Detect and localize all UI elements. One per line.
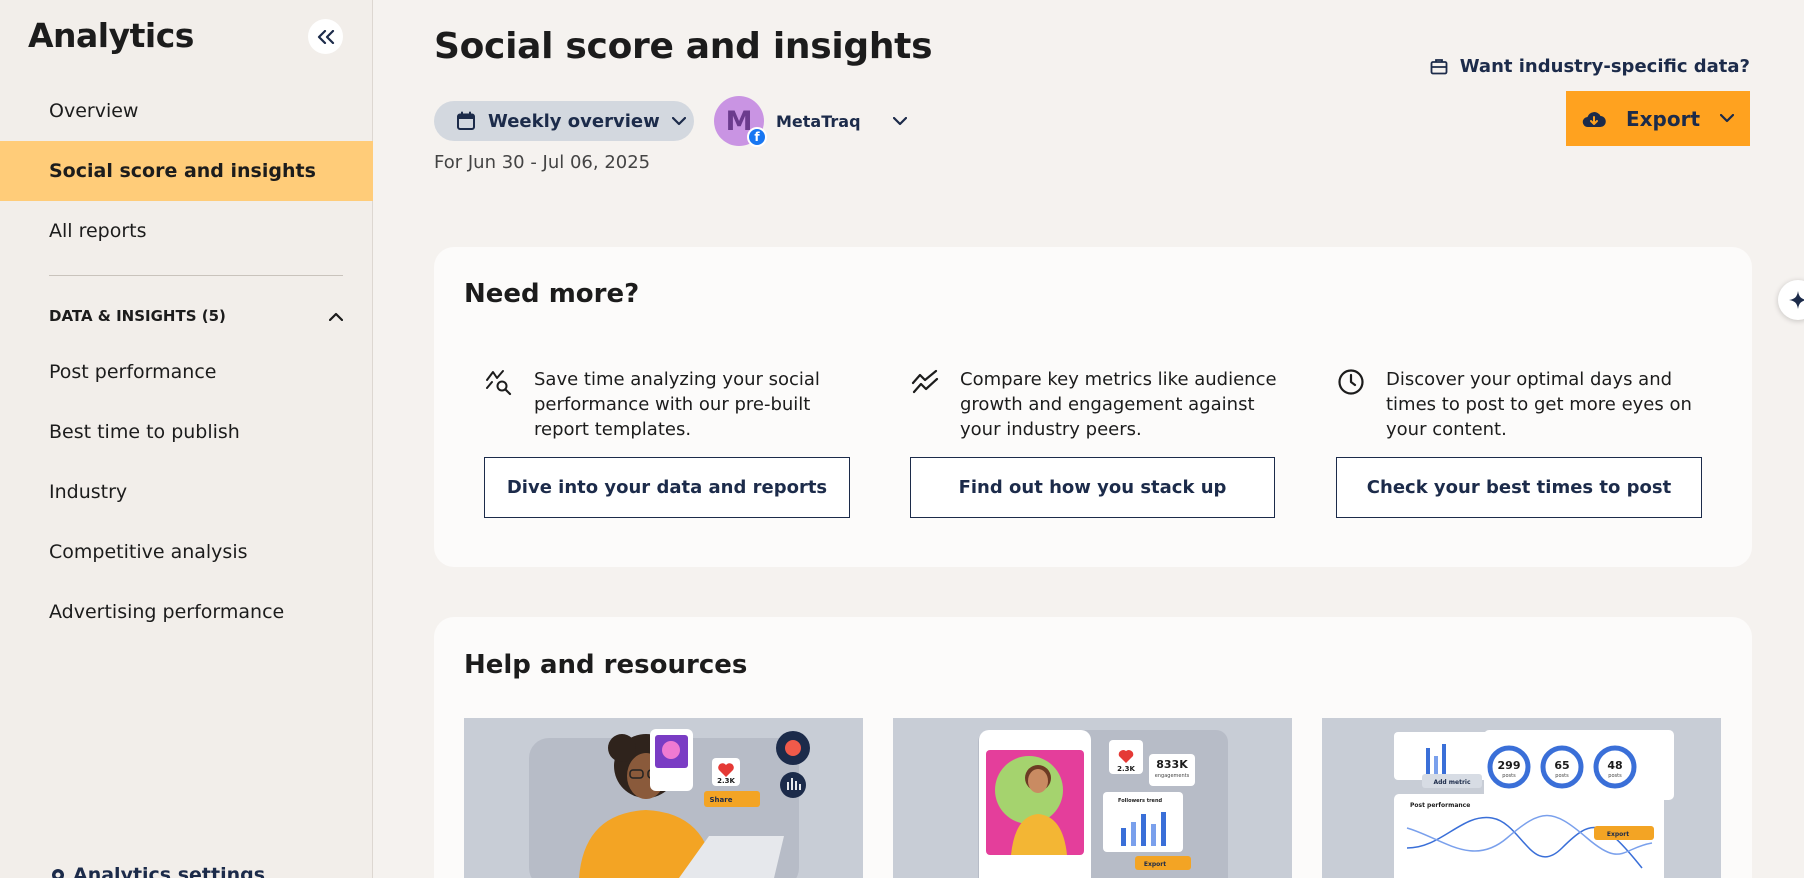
industry-link-label: Want industry-specific data? <box>1459 56 1750 77</box>
share-label: Share <box>710 796 733 804</box>
feature-text: Compare key metrics like audience growth… <box>960 369 1277 440</box>
help-resources-title: Help and resources <box>464 650 748 680</box>
profile-dropdown[interactable]: M f MetaTraq <box>714 96 907 147</box>
page-title: Social score and insights <box>434 26 933 67</box>
export-label: Export <box>1144 861 1166 868</box>
trend-lines-icon <box>910 367 940 397</box>
resource-thumbnail-1[interactable]: 2.3K Share <box>464 718 863 878</box>
like-count: 2.3K <box>717 777 735 785</box>
need-more-title: Need more? <box>464 279 640 309</box>
nav-post-performance[interactable]: Post performance <box>0 342 373 402</box>
clock-icon <box>1336 367 1366 397</box>
followers-label: Followers trend <box>1118 798 1163 804</box>
nav-industry[interactable]: Industry <box>0 462 373 522</box>
dive-into-reports-button[interactable]: Dive into your data and reports <box>484 457 850 518</box>
cloud-download-icon <box>1582 111 1606 127</box>
chevron-up-icon <box>329 312 343 321</box>
facebook-icon: f <box>747 127 767 147</box>
nav-all-reports[interactable]: All reports <box>0 201 373 261</box>
panel-title: Post performance <box>1410 802 1470 809</box>
person-laptop-illustration: 2.3K Share <box>529 729 810 878</box>
gear-icon <box>52 869 64 878</box>
post-performance-illustration: Add metric 299 posts 65 posts 48 posts P… <box>1394 730 1674 878</box>
need-more-card: Need more? Save time analyzing your soci… <box>434 247 1752 567</box>
nav-advertising-performance[interactable]: Advertising performance <box>0 582 373 642</box>
chart-search-icon <box>484 367 514 397</box>
chevron-down-icon <box>671 116 686 125</box>
sidebar-divider <box>49 275 343 276</box>
social-post-illustration: 2.3K 833K engagements Followers trend Ex… <box>978 730 1228 878</box>
avatar: M f <box>714 96 767 147</box>
data-insights-section-toggle[interactable]: DATA & INSIGHTS (5) <box>49 300 343 332</box>
sparkle-icon <box>1789 291 1804 309</box>
profile-name: MetaTraq <box>776 111 861 131</box>
briefcase-icon <box>1430 59 1448 75</box>
chevron-down-icon <box>892 116 907 125</box>
resource-thumbnail-2[interactable]: 2.3K 833K engagements Followers trend Ex… <box>893 718 1292 878</box>
nav-social-score[interactable]: Social score and insights <box>0 141 373 201</box>
nav-best-time[interactable]: Best time to publish <box>0 402 373 462</box>
analytics-settings-link[interactable]: Analytics settings <box>49 864 265 878</box>
double-chevron-left-icon <box>317 29 334 44</box>
feature-text: Save time analyzing your social performa… <box>534 369 820 440</box>
nav-overview[interactable]: Overview <box>0 81 373 141</box>
gauge-unit: posts <box>1502 773 1516 779</box>
export-label: Export <box>1625 106 1701 131</box>
date-range: For Jun 30 - Jul 06, 2025 <box>434 152 651 173</box>
export-label: Export <box>1607 831 1629 838</box>
resource-thumbnail-3[interactable]: Add metric 299 posts 65 posts 48 posts P… <box>1322 718 1721 878</box>
stack-up-button[interactable]: Find out how you stack up <box>910 457 1275 518</box>
best-times-button[interactable]: Check your best times to post <box>1336 457 1702 518</box>
sidebar: Analytics Overview Social score and insi… <box>0 0 373 878</box>
chevron-down-icon <box>1720 114 1735 123</box>
feature-text: Discover your optimal days and times to … <box>1386 369 1692 440</box>
add-metric-label: Add metric <box>1433 779 1471 786</box>
like-count: 2.3K <box>1117 765 1135 773</box>
export-button[interactable]: Export <box>1566 91 1750 146</box>
collapse-sidebar-button[interactable] <box>308 19 343 54</box>
period-dropdown[interactable]: Weekly overview <box>434 101 694 141</box>
gauge-value: 65 <box>1554 759 1569 772</box>
settings-label: Analytics settings <box>73 864 266 878</box>
period-label: Weekly overview <box>488 110 660 132</box>
section-label: DATA & INSIGHTS (5) <box>49 307 226 325</box>
gauge-unit: posts <box>1555 773 1569 779</box>
industry-data-link[interactable]: Want industry-specific data? <box>1430 56 1750 77</box>
calendar-icon <box>457 111 475 130</box>
engagements-count: 833K <box>1156 758 1188 771</box>
gauge-unit: posts <box>1608 773 1622 779</box>
sidebar-title: Analytics <box>28 16 194 55</box>
main-content: Social score and insights Weekly overvie… <box>374 0 1804 878</box>
gauge-value: 299 <box>1498 759 1521 772</box>
nav-competitive-analysis[interactable]: Competitive analysis <box>0 522 373 582</box>
engagements-label: engagements <box>1155 773 1190 779</box>
gauge-value: 48 <box>1607 759 1622 772</box>
